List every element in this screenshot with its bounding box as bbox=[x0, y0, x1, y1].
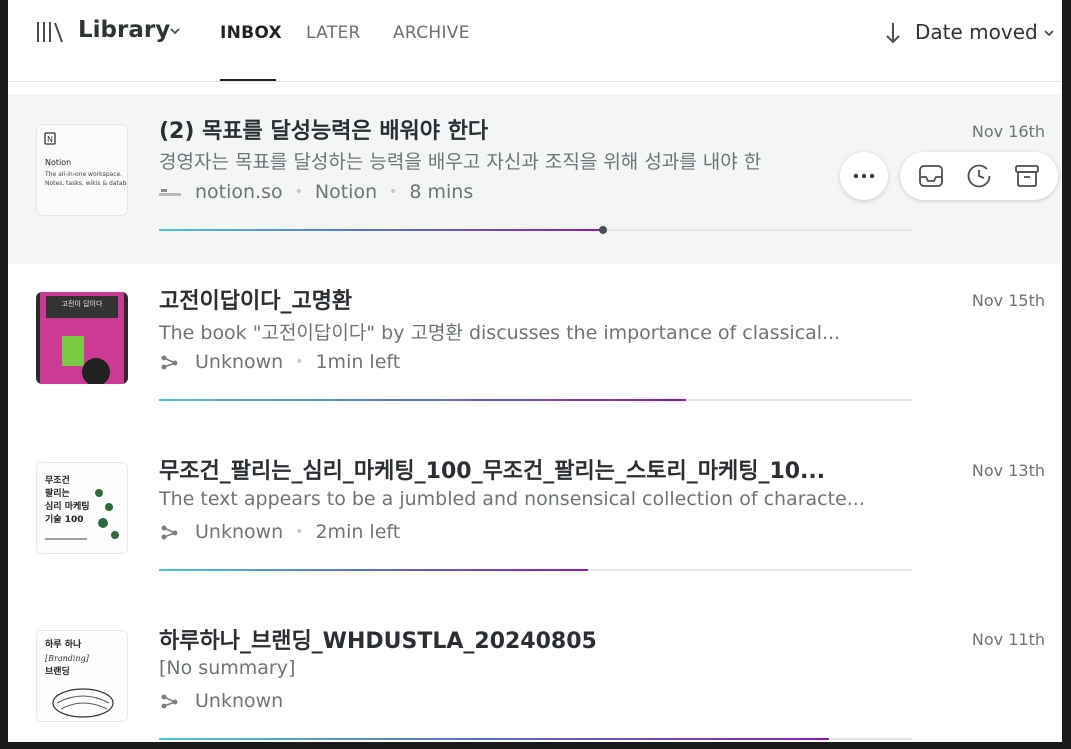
site-favicon-icon bbox=[159, 183, 181, 201]
progress-fill bbox=[159, 229, 604, 231]
item-meta: Unknown bbox=[159, 690, 283, 712]
item-thumbnail: 고전이 답이다 bbox=[36, 292, 128, 384]
item-author: Notion bbox=[314, 181, 378, 203]
reader-library-app: Library INBOX LATER ARCHIVE Date moved N… bbox=[8, 0, 1062, 742]
branch-icon bbox=[159, 353, 181, 371]
svg-text:The all-in-one workspace.: The all-in-one workspace. bbox=[44, 171, 122, 178]
item-thumbnail: N Notion The all-in-one workspace. Notes… bbox=[36, 124, 128, 216]
item-date: Nov 13th bbox=[971, 461, 1045, 480]
row-actions bbox=[900, 152, 1058, 200]
item-site[interactable]: notion.so bbox=[195, 181, 283, 203]
item-meta: Unknown • 1min left bbox=[159, 351, 400, 373]
progress-track bbox=[159, 399, 912, 401]
svg-text:팔리는: 팔리는 bbox=[45, 487, 70, 499]
progress-fill bbox=[159, 569, 589, 571]
item-meta: notion.so • Notion • 8 mins bbox=[159, 181, 473, 203]
progress-track bbox=[159, 226, 912, 234]
svg-text:심리 마케팅: 심리 마케팅 bbox=[45, 500, 90, 512]
chevron-down-icon[interactable] bbox=[168, 24, 182, 38]
svg-text:기술 100: 기술 100 bbox=[45, 513, 83, 525]
item-author: Unknown bbox=[195, 521, 284, 543]
sort-dropdown[interactable]: Date moved bbox=[915, 20, 1038, 44]
item-thumbnail: 하루 하나 [Branding] 브랜딩 bbox=[36, 630, 128, 722]
item-title[interactable]: 무조건_팔리는_심리_마케팅_100_무조건_팔리는_스토리_마케팅_10... bbox=[159, 453, 899, 485]
progress-knob[interactable] bbox=[599, 226, 608, 234]
tab-inbox[interactable]: INBOX bbox=[220, 23, 282, 43]
svg-text:N: N bbox=[47, 135, 53, 144]
item-author: Unknown bbox=[195, 690, 284, 712]
item-summary: The text appears to be a jumbled and non… bbox=[159, 488, 865, 510]
branch-icon bbox=[159, 692, 181, 710]
progress-track bbox=[159, 569, 912, 571]
progress-track bbox=[159, 738, 912, 740]
window-frame: Library INBOX LATER ARCHIVE Date moved N… bbox=[0, 0, 1071, 749]
item-title[interactable]: 고전이답이다_고명환 bbox=[159, 283, 899, 315]
item-time-left: 1min left bbox=[315, 351, 401, 373]
svg-text:고전이 답이다: 고전이 답이다 bbox=[62, 299, 103, 308]
chevron-down-icon[interactable] bbox=[1042, 26, 1056, 40]
progress-fill bbox=[159, 738, 830, 740]
item-title[interactable]: (2) 목표를 달성능력은 배워야 한다 bbox=[159, 113, 899, 145]
item-summary: 경영자는 목표를 달성하는 능력을 배우고 자신과 조직을 위해 성과를 내야 … bbox=[159, 151, 762, 173]
item-date: Nov 15th bbox=[971, 291, 1045, 310]
svg-text:[Branding]: [Branding] bbox=[45, 654, 90, 663]
library-header: Library INBOX LATER ARCHIVE Date moved bbox=[8, 0, 1062, 82]
arrow-down-icon[interactable] bbox=[884, 21, 902, 45]
progress-fill bbox=[159, 399, 687, 401]
item-title[interactable]: 하루하나_브랜딩_WHDUSTLA_20240805 bbox=[159, 623, 899, 655]
inbox-icon[interactable] bbox=[918, 163, 944, 189]
library-icon bbox=[36, 20, 64, 44]
item-date: Nov 16th bbox=[971, 122, 1045, 141]
item-meta: Unknown • 2min left bbox=[159, 521, 400, 543]
archive-icon[interactable] bbox=[1014, 163, 1040, 189]
library-title[interactable]: Library bbox=[78, 17, 170, 43]
svg-text:브랜딩: 브랜딩 bbox=[45, 665, 70, 677]
more-icon bbox=[853, 173, 875, 179]
active-tab-underline bbox=[220, 79, 276, 81]
item-date: Nov 11th bbox=[971, 630, 1045, 649]
list-item[interactable]: 고전이 답이다 고전이답이다_고명환 The book "고전이답이다" by … bbox=[8, 264, 1062, 434]
item-time-left: 2min left bbox=[315, 521, 401, 543]
svg-text:Notes, tasks, wikis & database: Notes, tasks, wikis & databases. bbox=[45, 180, 128, 187]
item-reading-time: 8 mins bbox=[409, 181, 474, 203]
svg-text:하루 하나: 하루 하나 bbox=[45, 638, 82, 650]
thumb-text: Notion bbox=[45, 158, 71, 167]
item-author: Unknown bbox=[195, 351, 284, 373]
item-summary: [No summary] bbox=[159, 657, 296, 679]
svg-text:무조건: 무조건 bbox=[45, 474, 70, 486]
list-item[interactable]: 하루 하나 [Branding] 브랜딩 하루하나_브랜딩_WHDUSTLA_2… bbox=[8, 604, 1062, 742]
branch-icon bbox=[159, 523, 181, 541]
item-thumbnail: 무조건 팔리는 심리 마케팅 기술 100 bbox=[36, 462, 128, 554]
clock-icon[interactable] bbox=[966, 163, 992, 189]
tab-later[interactable]: LATER bbox=[306, 23, 361, 43]
tab-archive[interactable]: ARCHIVE bbox=[393, 23, 470, 43]
list-item[interactable]: 무조건 팔리는 심리 마케팅 기술 100 무조건_팔리는_심리_마케팅_100… bbox=[8, 434, 1062, 604]
item-summary: The book "고전이답이다" by 고명환 discusses the i… bbox=[159, 322, 841, 344]
more-button[interactable] bbox=[840, 152, 888, 200]
